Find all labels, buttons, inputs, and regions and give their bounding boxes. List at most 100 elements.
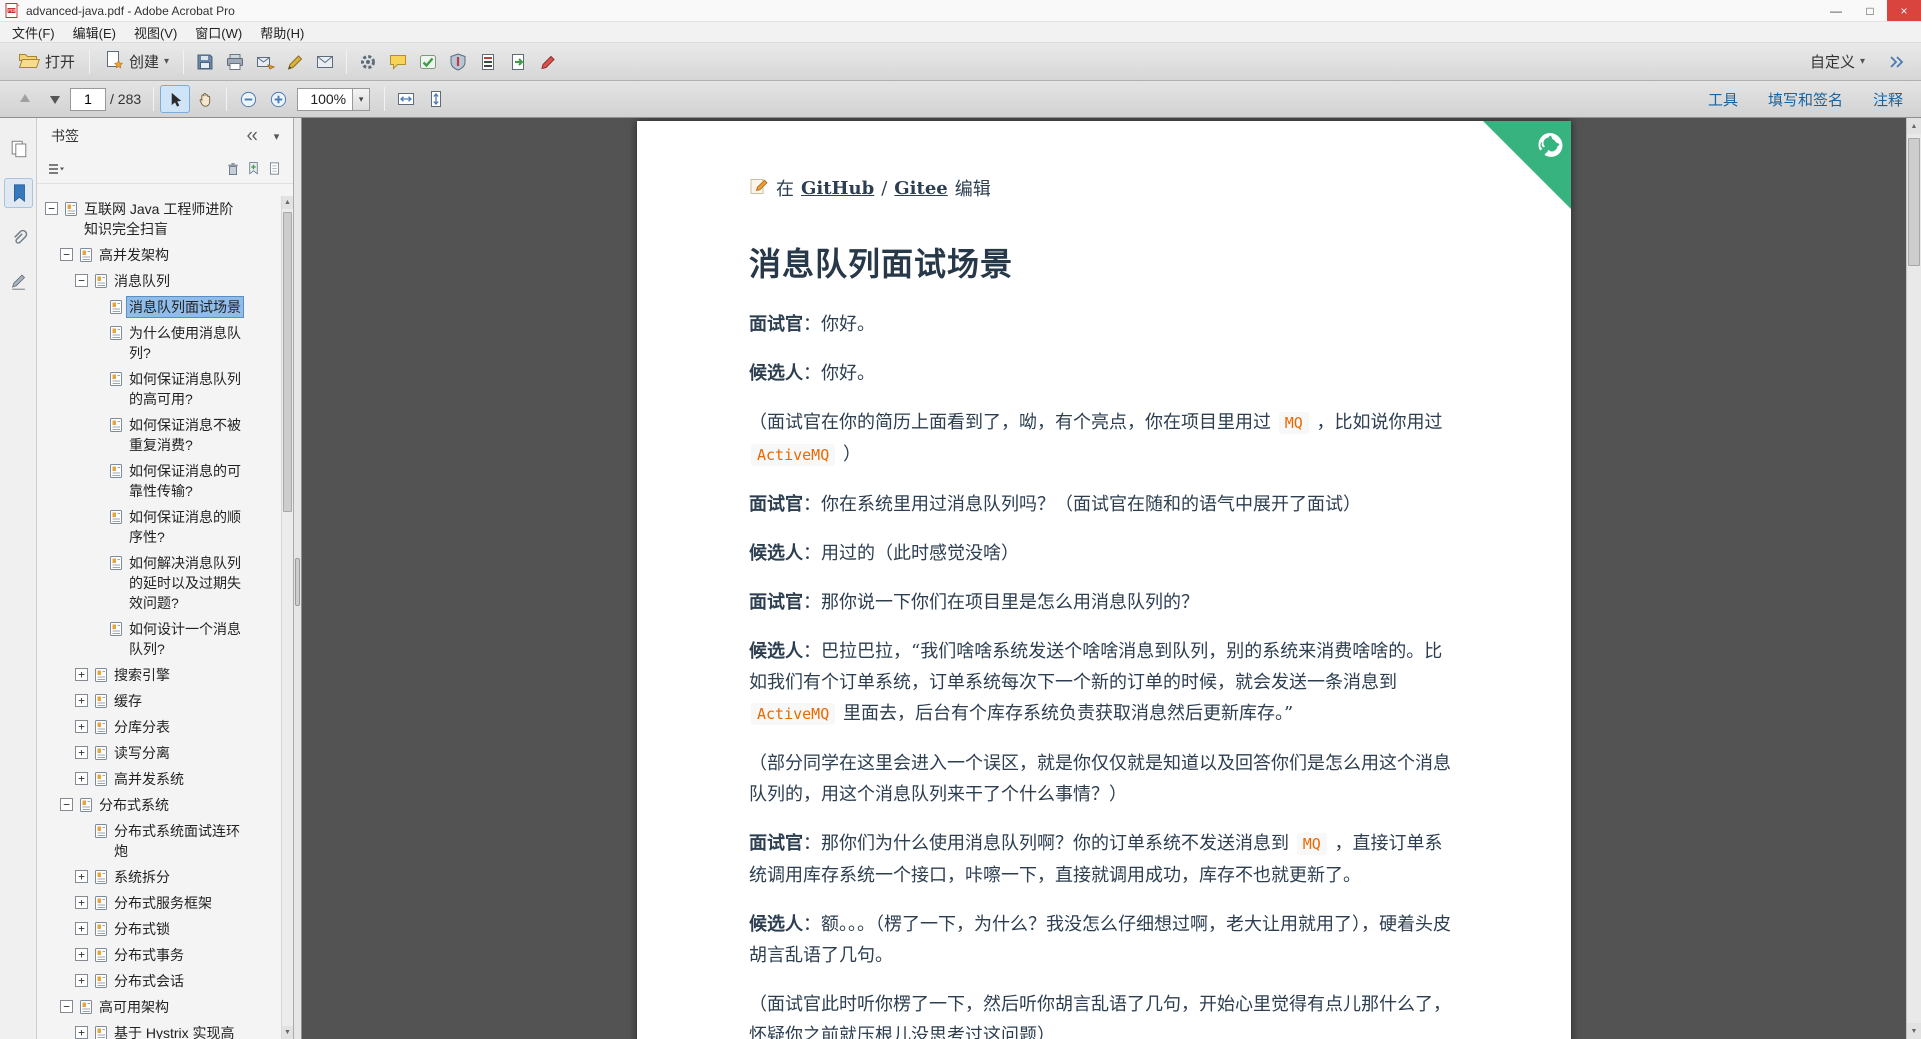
menu-view[interactable]: 视图(V) <box>125 22 186 42</box>
expand-icon[interactable]: + <box>75 896 88 909</box>
collapse-panel-icon[interactable] <box>241 126 262 146</box>
export-button[interactable] <box>503 48 533 76</box>
bookmark-item[interactable]: 消息队列面试场景 <box>37 294 281 320</box>
email-button[interactable] <box>310 48 340 76</box>
approve-button[interactable] <box>413 48 443 76</box>
bookmark-item[interactable]: + 搜索引擎 <box>37 662 281 688</box>
bookmark-item[interactable]: 如何保证消息不被重复消费? <box>37 412 281 458</box>
scroll-down-icon[interactable]: ▼ <box>282 1026 293 1039</box>
comment-button[interactable] <box>383 48 413 76</box>
signatures-panel-button[interactable] <box>4 266 33 296</box>
expand-icon[interactable]: + <box>75 1026 88 1039</box>
expand-icon[interactable]: + <box>75 746 88 759</box>
collapse-icon[interactable]: − <box>60 1000 73 1013</box>
bookmark-item[interactable]: − 高并发架构 <box>37 242 281 268</box>
github-link[interactable]: GitHub <box>801 178 874 199</box>
gitee-link[interactable]: Gitee <box>894 178 947 199</box>
zoom-out-button[interactable] <box>233 85 263 113</box>
bookmark-item[interactable]: − 消息队列 <box>37 268 281 294</box>
create-button[interactable]: 创建 ▾ <box>96 46 177 78</box>
menu-window[interactable]: 窗口(W) <box>186 22 251 42</box>
scrollbar-thumb[interactable] <box>1908 138 1920 266</box>
bookmark-item[interactable]: + 分布式事务 <box>37 942 281 968</box>
bookmark-item[interactable]: 为什么使用消息队列? <box>37 320 281 366</box>
bookmark-item[interactable]: + 缓存 <box>37 688 281 714</box>
tools-tab[interactable]: 工具 <box>1708 89 1738 110</box>
print-button[interactable] <box>220 48 250 76</box>
expand-icon[interactable]: + <box>75 668 88 681</box>
sign-button[interactable] <box>280 48 310 76</box>
comment-tab[interactable]: 注释 <box>1873 89 1903 110</box>
expand-icon[interactable]: + <box>75 870 88 883</box>
panel-splitter[interactable] <box>294 118 302 1039</box>
select-tool-button[interactable] <box>160 85 191 113</box>
next-page-button[interactable] <box>40 85 70 113</box>
previous-page-button[interactable] <box>10 85 40 113</box>
bookmark-item[interactable]: 分布式系统面试连环炮 <box>37 818 281 864</box>
bookmark-item[interactable]: 如何保证消息队列的高可用? <box>37 366 281 412</box>
edit-button[interactable] <box>533 48 563 76</box>
expand-icon[interactable]: + <box>75 974 88 987</box>
bookmark-item[interactable]: 如何设计一个消息队列? <box>37 616 281 662</box>
bookmark-item[interactable]: + 分布式服务框架 <box>37 890 281 916</box>
document-scrollbar[interactable]: ▲ ▼ <box>1906 118 1921 1039</box>
zoom-level-value[interactable]: 100% <box>297 87 354 111</box>
expand-icon[interactable]: + <box>75 720 88 733</box>
scroll-up-icon[interactable]: ▲ <box>1907 118 1921 134</box>
bookmark-item[interactable]: 如何保证消息的顺序性? <box>37 504 281 550</box>
protect-button[interactable] <box>443 48 473 76</box>
expand-icon[interactable]: + <box>75 772 88 785</box>
bookmark-item[interactable]: + 分布式会话 <box>37 968 281 994</box>
redact-button[interactable] <box>473 48 503 76</box>
bookmark-item[interactable]: + 分布式锁 <box>37 916 281 942</box>
expand-bookmark-button[interactable] <box>264 159 285 179</box>
collapse-icon[interactable]: − <box>60 798 73 811</box>
close-button[interactable]: × <box>1887 0 1921 21</box>
bookmarks-scrollbar[interactable]: ▲ ▼ <box>281 196 293 1039</box>
panel-menu-icon[interactable]: ▾ <box>266 126 287 146</box>
bookmark-item[interactable]: 如何解决消息队列的延时以及过期失效问题? <box>37 550 281 616</box>
options-menu-button[interactable] <box>45 159 66 179</box>
new-bookmark-button[interactable] <box>243 159 264 179</box>
open-button[interactable]: 打开 <box>10 47 83 77</box>
scrollbar-thumb[interactable] <box>283 212 292 512</box>
scroll-down-icon[interactable]: ▼ <box>1907 1023 1921 1039</box>
collapse-icon[interactable]: − <box>60 248 73 261</box>
bookmark-item[interactable]: − 高可用架构 <box>37 994 281 1020</box>
bookmarks-panel-button[interactable] <box>4 178 33 208</box>
hand-tool-button[interactable] <box>190 85 220 113</box>
bookmark-item[interactable]: + 读写分离 <box>37 740 281 766</box>
attachments-panel-button[interactable] <box>4 222 33 252</box>
page-thumbnails-button[interactable] <box>4 134 33 164</box>
zoom-dropdown-button[interactable]: ▾ <box>353 87 371 111</box>
menu-file[interactable]: 文件(F) <box>3 22 64 42</box>
fit-width-button[interactable] <box>391 85 421 113</box>
menu-help[interactable]: 帮助(H) <box>251 22 313 42</box>
bookmark-item[interactable]: + 分库分表 <box>37 714 281 740</box>
bookmark-item[interactable]: + 基于 Hystrix 实现高可用 <box>37 1020 281 1039</box>
expand-icon[interactable]: + <box>75 948 88 961</box>
collapse-icon[interactable]: − <box>45 202 58 215</box>
menu-edit[interactable]: 编辑(E) <box>64 22 125 42</box>
bookmark-item[interactable]: + 系统拆分 <box>37 864 281 890</box>
bookmark-item[interactable]: − 分布式系统 <box>37 792 281 818</box>
customize-button[interactable]: 自定义 ▾ <box>1802 47 1873 76</box>
expand-icon[interactable]: + <box>75 694 88 707</box>
settings-button[interactable] <box>353 48 383 76</box>
zoom-in-button[interactable] <box>263 85 293 113</box>
splitter-grip[interactable] <box>295 558 300 606</box>
fit-page-button[interactable] <box>421 85 451 113</box>
expand-icon[interactable]: + <box>75 922 88 935</box>
bookmark-item[interactable]: − 互联网 Java 工程师进阶知识完全扫盲 <box>37 196 281 242</box>
scroll-up-icon[interactable]: ▲ <box>282 196 293 209</box>
fill-sign-tab[interactable]: 填写和签名 <box>1768 89 1843 110</box>
bookmark-item[interactable]: 如何保证消息的可靠性传输? <box>37 458 281 504</box>
toolbar-expand-button[interactable] <box>1881 48 1911 76</box>
send-mail-button[interactable] <box>250 48 280 76</box>
delete-bookmark-button[interactable] <box>222 159 243 179</box>
collapse-icon[interactable]: − <box>75 274 88 287</box>
page-number-input[interactable] <box>70 87 106 111</box>
maximize-button[interactable]: □ <box>1853 0 1887 21</box>
bookmark-item[interactable]: + 高并发系统 <box>37 766 281 792</box>
save-button[interactable] <box>190 48 220 76</box>
